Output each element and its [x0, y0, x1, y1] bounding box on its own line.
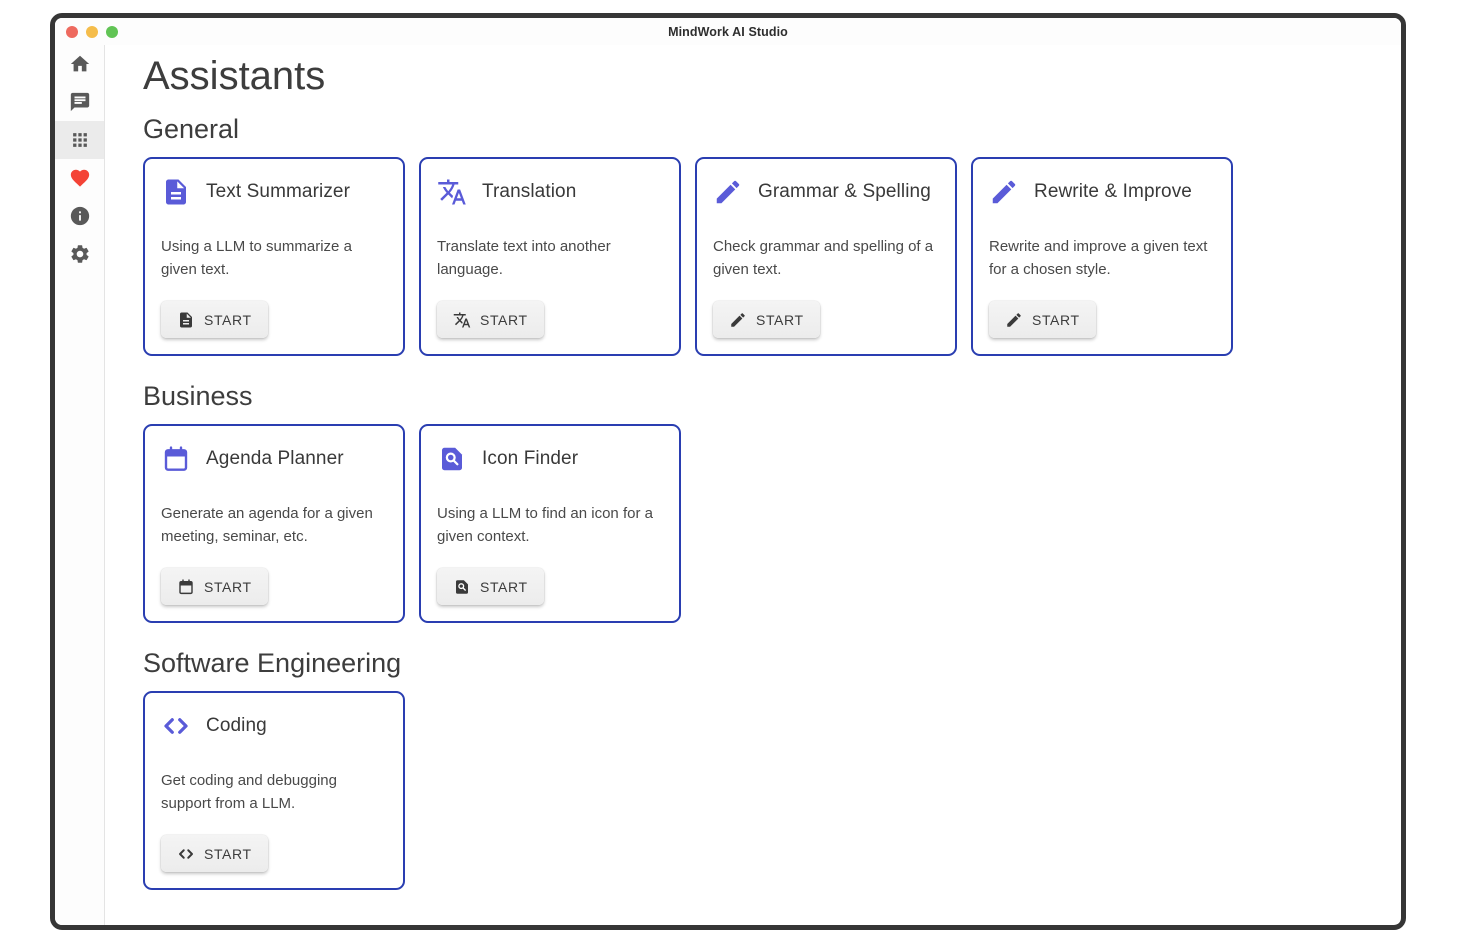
card-title: Translation	[482, 181, 576, 203]
card-header: Icon Finder	[437, 442, 663, 476]
gear-icon	[69, 243, 91, 265]
assistant-section: Business Agenda Planner Generate an agen…	[143, 378, 1381, 623]
icon-search-icon	[437, 444, 467, 474]
card-title: Icon Finder	[482, 448, 578, 470]
pencil-icon	[989, 177, 1019, 207]
start-button[interactable]: START	[989, 301, 1096, 338]
chat-icon	[69, 91, 91, 113]
assistant-section: Software Engineering Coding Get coding a…	[143, 645, 1381, 890]
sidebar-item-settings[interactable]	[55, 235, 104, 273]
apps-grid-icon	[69, 129, 91, 151]
sidebar-item-assistants[interactable]	[55, 121, 104, 159]
assistant-card: Coding Get coding and debugging support …	[143, 691, 405, 890]
code-icon	[177, 845, 195, 863]
window-title: MindWork AI Studio	[55, 25, 1401, 39]
sections: General Text Summarizer Using a LLM to s…	[143, 111, 1381, 890]
start-button[interactable]: START	[713, 301, 820, 338]
document-icon	[177, 311, 195, 329]
sidebar	[55, 45, 105, 925]
section-heading: Software Engineering	[143, 645, 1381, 681]
assistant-card: Icon Finder Using a LLM to find an icon …	[419, 424, 681, 623]
assistant-card: Text Summarizer Using a LLM to summarize…	[143, 157, 405, 356]
card-header: Text Summarizer	[161, 175, 387, 209]
card-title: Grammar & Spelling	[758, 181, 931, 203]
heart-icon	[69, 167, 91, 189]
calendar-icon	[161, 444, 191, 474]
card-title: Coding	[206, 715, 267, 737]
start-button-label: START	[480, 579, 528, 595]
start-button[interactable]: START	[161, 301, 268, 338]
card-description: Check grammar and spelling of a given te…	[713, 235, 939, 281]
start-button[interactable]: START	[437, 301, 544, 338]
assistant-card: Rewrite & Improve Rewrite and improve a …	[971, 157, 1233, 356]
pencil-icon	[729, 311, 747, 329]
card-row: Text Summarizer Using a LLM to summarize…	[143, 157, 1381, 356]
start-button-label: START	[204, 579, 252, 595]
calendar-icon	[177, 578, 195, 596]
sidebar-item-chat[interactable]	[55, 83, 104, 121]
window-body: Assistants General Text Summarizer Using…	[55, 45, 1401, 925]
code-icon	[161, 711, 191, 741]
start-button[interactable]: START	[161, 835, 268, 872]
card-title: Rewrite & Improve	[1034, 181, 1192, 203]
card-title: Agenda Planner	[206, 448, 344, 470]
section-heading: Business	[143, 378, 1381, 414]
app-window: MindWork AI Studio Assistants General Te…	[50, 13, 1406, 930]
card-description: Using a LLM to summarize a given text.	[161, 235, 387, 281]
translate-icon	[437, 177, 467, 207]
card-header: Translation	[437, 175, 663, 209]
start-button[interactable]: START	[437, 568, 544, 605]
card-description: Rewrite and improve a given text for a c…	[989, 235, 1215, 281]
assistant-card: Grammar & Spelling Check grammar and spe…	[695, 157, 957, 356]
page-title: Assistants	[143, 51, 1381, 101]
start-button-label: START	[756, 312, 804, 328]
translate-icon	[453, 311, 471, 329]
start-button-label: START	[204, 312, 252, 328]
card-description: Translate text into another language.	[437, 235, 663, 281]
sidebar-item-favorites[interactable]	[55, 159, 104, 197]
card-description: Generate an agenda for a given meeting, …	[161, 502, 387, 548]
sidebar-item-home[interactable]	[55, 45, 104, 83]
titlebar: MindWork AI Studio	[55, 18, 1401, 45]
document-icon	[161, 177, 191, 207]
card-header: Agenda Planner	[161, 442, 387, 476]
pencil-icon	[713, 177, 743, 207]
start-button-label: START	[1032, 312, 1080, 328]
card-title: Text Summarizer	[206, 181, 350, 203]
card-header: Coding	[161, 709, 387, 743]
card-row: Coding Get coding and debugging support …	[143, 691, 1381, 890]
assistant-section: General Text Summarizer Using a LLM to s…	[143, 111, 1381, 356]
main-content: Assistants General Text Summarizer Using…	[105, 45, 1401, 925]
card-description: Using a LLM to find an icon for a given …	[437, 502, 663, 548]
start-button-label: START	[480, 312, 528, 328]
icon-search-icon	[453, 578, 471, 596]
card-row: Agenda Planner Generate an agenda for a …	[143, 424, 1381, 623]
section-heading: General	[143, 111, 1381, 147]
assistant-card: Translation Translate text into another …	[419, 157, 681, 356]
info-icon	[69, 205, 91, 227]
start-button[interactable]: START	[161, 568, 268, 605]
start-button-label: START	[204, 846, 252, 862]
pencil-icon	[1005, 311, 1023, 329]
home-icon	[69, 53, 91, 75]
sidebar-item-info[interactable]	[55, 197, 104, 235]
card-header: Grammar & Spelling	[713, 175, 939, 209]
card-description: Get coding and debugging support from a …	[161, 769, 387, 815]
assistant-card: Agenda Planner Generate an agenda for a …	[143, 424, 405, 623]
card-header: Rewrite & Improve	[989, 175, 1215, 209]
